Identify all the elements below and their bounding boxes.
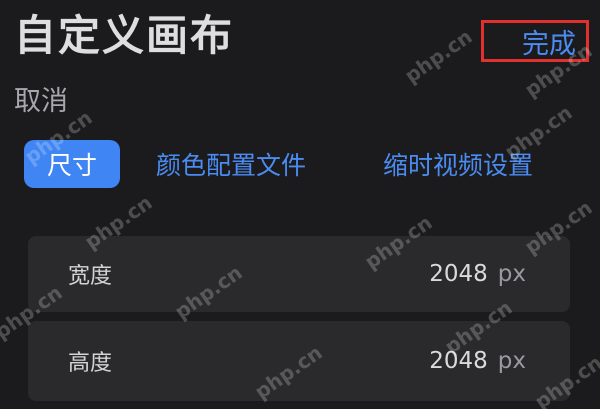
settings-tabs: 尺寸 颜色配置文件 缩时视频设置 <box>0 140 600 190</box>
watermark-text: php.cn <box>400 24 477 88</box>
width-unit: px <box>497 261 526 287</box>
tab-color-profile-label: 颜色配置文件 <box>156 151 307 180</box>
height-label: 高度 <box>68 351 113 376</box>
tab-size[interactable]: 尺寸 <box>24 140 120 188</box>
height-setting-row[interactable]: 高度 2048 px <box>28 321 570 401</box>
done-button[interactable]: 完成 <box>481 20 589 62</box>
width-label: 宽度 <box>68 264 113 289</box>
height-value: 2048 <box>429 348 488 374</box>
cancel-button[interactable]: 取消 <box>14 82 68 122</box>
tab-size-label: 尺寸 <box>46 151 97 180</box>
tab-timelapse-settings[interactable]: 缩时视频设置 <box>383 140 555 188</box>
tab-timelapse-settings-label: 缩时视频设置 <box>383 151 534 180</box>
height-unit: px <box>497 348 526 374</box>
height-value-field[interactable]: 2048 px <box>429 348 526 374</box>
done-button-label: 完成 <box>522 28 576 60</box>
tab-color-profile[interactable]: 颜色配置文件 <box>156 140 332 188</box>
width-value: 2048 <box>429 261 488 287</box>
width-setting-row[interactable]: 宽度 2048 px <box>28 236 570 312</box>
width-value-field[interactable]: 2048 px <box>429 261 526 287</box>
page-title: 自定义画布 <box>14 11 235 60</box>
custom-canvas-screen: 自定义画布 完成 取消 尺寸 颜色配置文件 缩时视频设置 宽度 2048 px … <box>0 0 600 409</box>
